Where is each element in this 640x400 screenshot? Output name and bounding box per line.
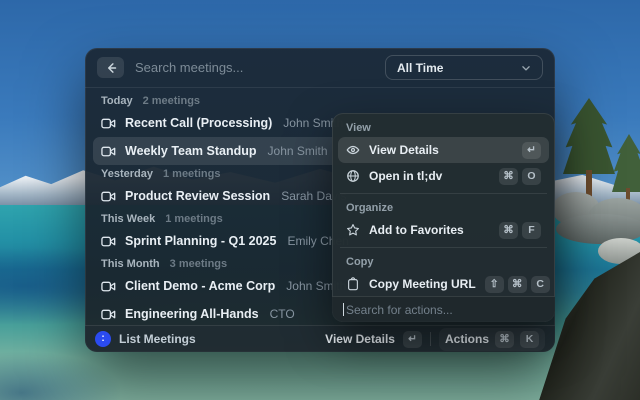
globe-icon <box>346 169 360 183</box>
cmd-key-badge: ⌘ <box>499 167 518 185</box>
time-filter-dropdown[interactable]: All Time <box>385 55 543 80</box>
video-camera-icon <box>101 144 116 159</box>
meeting-title: Client Demo - Acme Corp <box>125 279 276 293</box>
section-count: 2 meetings <box>142 95 201 107</box>
command-name: List Meetings <box>119 332 196 346</box>
clipboard-icon <box>346 277 360 291</box>
menu-item-label: View Details <box>369 143 439 157</box>
meeting-person: John Smith <box>267 144 328 158</box>
action-search-placeholder: Search for actions... <box>346 302 453 317</box>
section-count: 1 meetings <box>165 213 223 225</box>
menu-section-copy: Copy <box>346 256 374 268</box>
menu-item-label: Copy Meeting URL <box>369 277 476 291</box>
shortcut-keys: ↵ <box>522 141 541 159</box>
return-key-badge: ↵ <box>402 330 422 348</box>
menu-section-organize: Organize <box>346 202 394 214</box>
chevron-down-icon <box>521 63 531 73</box>
c-key-badge: C <box>530 275 550 293</box>
o-key-badge: O <box>522 167 541 185</box>
k-key-badge: K <box>520 330 539 348</box>
section-label: Today <box>101 95 133 107</box>
menu-item-copy-meeting-url[interactable]: Copy Meeting URL ⇧ ⌘ C <box>338 271 550 297</box>
meeting-title: Engineering All-Hands <box>125 307 259 321</box>
video-camera-icon <box>101 234 116 249</box>
return-key-badge: ↵ <box>522 141 541 159</box>
text-caret <box>343 303 344 316</box>
section-label: Yesterday <box>101 168 153 180</box>
primary-action-button[interactable]: View Details <box>325 332 395 346</box>
meeting-title: Recent Call (Processing) <box>125 116 273 130</box>
eye-icon <box>346 143 360 157</box>
cmd-key-badge: ⌘ <box>507 275 527 293</box>
cmd-key-badge: ⌘ <box>499 221 518 239</box>
section-label: This Month <box>101 258 160 270</box>
video-camera-icon <box>101 307 116 322</box>
divider <box>340 193 547 194</box>
menu-item-view-details[interactable]: View Details ↵ <box>338 137 549 163</box>
menu-item-add-to-favorites[interactable]: Add to Favorites ⌘ F <box>338 217 549 243</box>
app-logo-icon: : <box>95 331 111 347</box>
action-menu: View View Details ↵ Open in tl;dv ⌘ O Or… <box>332 113 555 322</box>
section-header-today: Today 2 meetings <box>93 92 547 109</box>
section-label: This Week <box>101 213 156 225</box>
search-input[interactable]: Search meetings... <box>135 60 243 75</box>
shortcut-keys: ⌘ F <box>499 221 541 239</box>
meeting-person: CTO <box>269 307 295 321</box>
search-bar: Search meetings... All Time <box>85 48 555 88</box>
shortcut-keys: ⌘ O <box>499 167 541 185</box>
meeting-title: Sprint Planning - Q1 2025 <box>125 234 277 248</box>
shift-key-badge: ⇧ <box>484 275 504 293</box>
time-filter-value: All Time <box>397 60 444 75</box>
video-camera-icon <box>101 116 116 131</box>
cmd-key-badge: ⌘ <box>495 330 514 348</box>
section-count: 3 meetings <box>169 258 228 270</box>
video-camera-icon <box>101 189 116 204</box>
status-bar: : List Meetings View Details ↵ Actions ⌘… <box>85 325 555 352</box>
action-search-input[interactable]: Search for actions... <box>332 296 555 322</box>
star-icon <box>346 223 360 237</box>
shortcut-keys: ⇧ ⌘ C <box>484 275 550 293</box>
divider <box>429 332 431 346</box>
arrow-left-icon <box>107 62 116 73</box>
actions-label: Actions <box>444 332 489 346</box>
menu-item-label: Open in tl;dv <box>369 169 443 183</box>
meeting-title: Weekly Team Standup <box>125 144 257 158</box>
actions-button[interactable]: Actions ⌘ K <box>438 327 545 351</box>
back-button[interactable] <box>97 57 124 78</box>
menu-item-label: Add to Favorites <box>369 223 464 237</box>
video-camera-icon <box>101 279 116 294</box>
f-key-badge: F <box>522 221 541 239</box>
section-count: 1 meetings <box>162 168 221 180</box>
status-bar-actions: View Details ↵ Actions ⌘ K <box>325 327 545 351</box>
menu-item-open-in-tldv[interactable]: Open in tl;dv ⌘ O <box>338 163 549 189</box>
meeting-title: Product Review Session <box>125 189 271 203</box>
wallpaper-deep-water-corner <box>0 352 120 400</box>
divider <box>340 247 547 248</box>
menu-section-view: View <box>346 122 371 134</box>
